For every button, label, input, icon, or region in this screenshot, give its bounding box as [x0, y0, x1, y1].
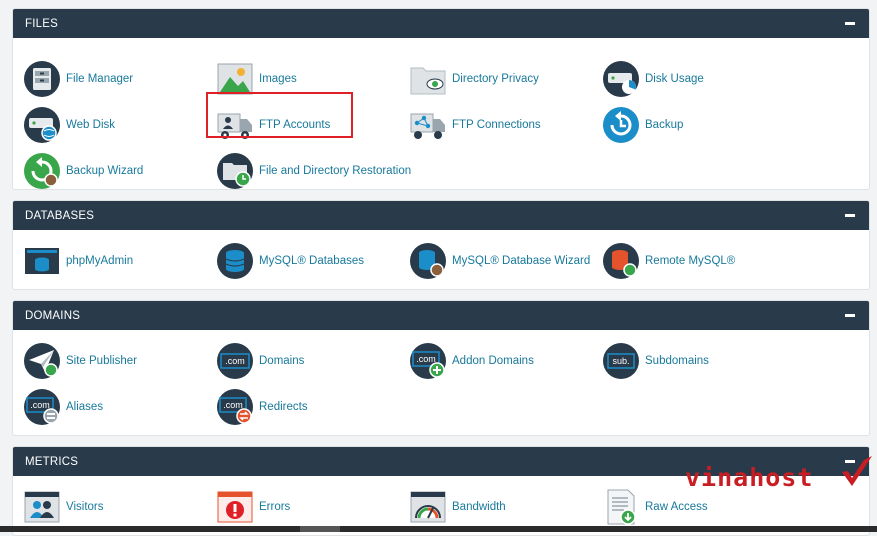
databases-title: DATABASES: [25, 209, 95, 222]
phpmyadmin-link[interactable]: phpMyAdmin: [23, 241, 133, 281]
taskbar-strip: [0, 526, 877, 532]
remote-mysql-icon: [603, 243, 639, 279]
vinahost-check-icon: [842, 456, 872, 486]
images-label: Images: [259, 73, 297, 85]
domains-title: DOMAINS: [25, 309, 81, 322]
aliases-link[interactable]: .com Aliases: [23, 387, 103, 427]
addon-domains-link[interactable]: .com Addon Domains: [409, 341, 534, 381]
addon-domains-icon-text: .com: [416, 354, 436, 364]
file-restoration-icon: [217, 153, 253, 189]
backup-wizard-link[interactable]: Backup Wizard: [23, 151, 143, 191]
domains-label: Domains: [259, 355, 305, 367]
disk-usage-link[interactable]: Disk Usage: [602, 59, 704, 99]
databases-header[interactable]: DATABASES: [13, 201, 869, 230]
addon-domains-label: Addon Domains: [452, 355, 534, 367]
domains-panel: DOMAINS Site Publisher .com Domains .com…: [12, 300, 870, 436]
site-publisher-link[interactable]: Site Publisher: [23, 341, 137, 381]
file-restoration-label: File and Directory Restoration: [259, 165, 412, 177]
web-disk-label: Web Disk: [66, 119, 115, 131]
vinahost-watermark: vinahost: [685, 463, 814, 492]
site-publisher-label: Site Publisher: [66, 355, 137, 367]
bandwidth-link[interactable]: Bandwidth: [409, 487, 506, 527]
web-disk-link[interactable]: Web Disk: [23, 105, 115, 145]
bandwidth-label: Bandwidth: [452, 501, 506, 513]
disk-usage-icon: [603, 61, 639, 97]
file-manager-label: File Manager: [66, 73, 134, 85]
visitors-link[interactable]: Visitors: [23, 487, 104, 527]
file-restoration-link[interactable]: File and Directory Restoration: [216, 151, 411, 191]
redirects-link[interactable]: .com Redirects: [216, 387, 308, 427]
domains-header[interactable]: DOMAINS: [13, 301, 869, 330]
mysql-wizard-icon: [410, 243, 446, 279]
errors-label: Errors: [259, 501, 291, 513]
directory-privacy-label: Directory Privacy: [452, 73, 539, 85]
redirects-icon-text: .com: [223, 400, 243, 410]
directory-privacy-icon: [410, 67, 446, 95]
web-disk-icon: [24, 107, 60, 143]
errors-link[interactable]: Errors: [216, 487, 290, 527]
ftp-connections-icon: [410, 113, 445, 139]
aliases-label: Aliases: [66, 401, 104, 413]
addon-domains-icon: .com: [410, 343, 446, 379]
ftp-accounts-highlight: [206, 92, 353, 138]
mysql-databases-link[interactable]: MySQL® Databases: [216, 241, 364, 281]
mysql-databases-label: MySQL® Databases: [259, 255, 364, 267]
directory-privacy-link[interactable]: Directory Privacy: [409, 59, 539, 99]
subdomains-link[interactable]: sub. Subdomains: [602, 341, 709, 381]
remote-mysql-link[interactable]: Remote MySQL®: [602, 241, 735, 281]
mysql-databases-icon: [217, 243, 253, 279]
subdomains-icon: sub.: [603, 343, 639, 379]
ftp-connections-link[interactable]: FTP Connections: [409, 105, 541, 145]
files-panel: FILES File Manager Images Directory Priv…: [12, 8, 870, 190]
domains-link[interactable]: .com Domains: [216, 341, 304, 381]
files-title: FILES: [25, 17, 58, 30]
ftp-connections-label: FTP Connections: [452, 119, 541, 131]
aliases-icon-text: .com: [30, 400, 50, 410]
site-publisher-icon: [24, 343, 60, 379]
raw-access-label: Raw Access: [645, 501, 708, 513]
phpmyadmin-icon: [25, 248, 59, 274]
backup-wizard-label: Backup Wizard: [66, 165, 144, 177]
remote-mysql-label: Remote MySQL®: [645, 255, 736, 267]
files-collapse-icon[interactable]: [845, 22, 855, 25]
raw-access-icon: [607, 489, 636, 525]
visitors-label: Visitors: [66, 501, 104, 513]
mysql-wizard-label: MySQL® Database Wizard: [452, 255, 591, 267]
backup-wizard-icon: [24, 153, 60, 189]
subdomains-icon-text: sub.: [612, 356, 629, 366]
taskbar-segment: [300, 526, 340, 532]
file-manager-icon: [24, 61, 60, 97]
raw-access-link[interactable]: Raw Access: [602, 487, 708, 527]
bandwidth-icon: [410, 491, 446, 523]
visitors-icon: [24, 491, 60, 523]
redirects-label: Redirects: [259, 401, 308, 413]
aliases-icon: .com: [24, 389, 60, 425]
backup-icon: [603, 107, 639, 143]
redirects-icon: .com: [217, 389, 253, 425]
databases-collapse-icon[interactable]: [845, 214, 855, 217]
disk-usage-label: Disk Usage: [645, 73, 704, 85]
files-header[interactable]: FILES: [13, 9, 869, 38]
domains-icon: .com: [217, 343, 253, 379]
errors-icon: [217, 491, 253, 523]
domains-icon-text: .com: [225, 356, 245, 366]
subdomains-label: Subdomains: [645, 355, 709, 367]
databases-panel: DATABASES phpMyAdmin MySQL® Databases My…: [12, 200, 870, 290]
mysql-wizard-link[interactable]: MySQL® Database Wizard: [409, 241, 590, 281]
backup-link[interactable]: Backup: [602, 105, 683, 145]
backup-label: Backup: [645, 119, 684, 131]
metrics-title: METRICS: [25, 455, 79, 468]
phpmyadmin-label: phpMyAdmin: [66, 255, 134, 267]
file-manager-link[interactable]: File Manager: [23, 59, 133, 99]
domains-collapse-icon[interactable]: [845, 314, 855, 317]
